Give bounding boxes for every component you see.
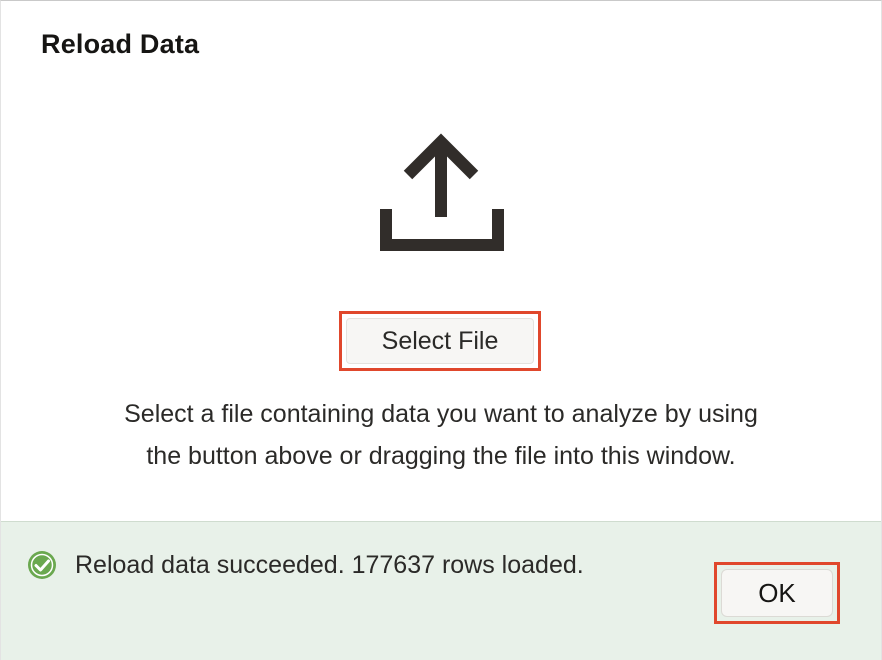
- ok-label: OK: [721, 569, 833, 617]
- select-file-button[interactable]: Select File: [339, 311, 541, 371]
- check-circle-icon: [28, 551, 56, 579]
- dialog-title: Reload Data: [41, 29, 200, 59]
- instructions-line-1: Select a file containing data you want t…: [124, 400, 758, 428]
- upload-icon: [380, 133, 504, 251]
- select-file-label: Select File: [346, 318, 534, 364]
- status-text: Reload data succeeded. 177637 rows loade…: [75, 550, 584, 579]
- reload-data-dialog: Reload Data Select File Select a file co…: [0, 0, 882, 660]
- status-footer: Reload data succeeded. 177637 rows loade…: [1, 521, 881, 660]
- instructions-text: Select a file containing data you want t…: [41, 393, 841, 477]
- ok-button[interactable]: OK: [714, 562, 840, 624]
- status-message: Reload data succeeded. 177637 rows loade…: [27, 550, 584, 580]
- instructions-line-2: the button above or dragging the file in…: [146, 442, 736, 470]
